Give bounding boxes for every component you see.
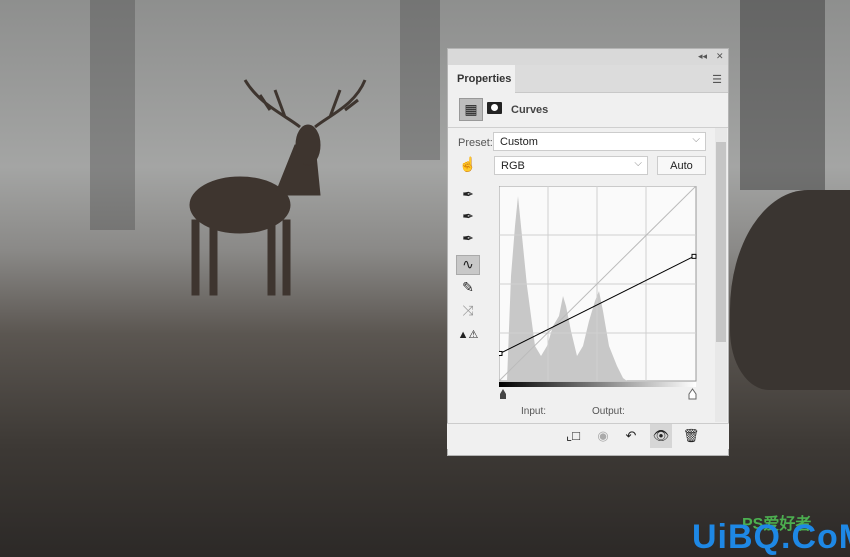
channel-value: RGB bbox=[501, 160, 525, 172]
panel-menu-icon[interactable]: ☰ bbox=[712, 73, 722, 86]
reset-icon[interactable]: ↶ bbox=[620, 428, 642, 446]
scrollbar-thumb[interactable] bbox=[716, 142, 726, 342]
preset-label: Preset: bbox=[458, 137, 493, 149]
watermark: UiBQ.CoM bbox=[692, 518, 850, 556]
panel-footer: ⌞□ ◉ ↶ 👁 🗑 bbox=[447, 423, 729, 449]
preset-value: Custom bbox=[500, 136, 538, 148]
adjustment-title: Curves bbox=[511, 104, 549, 116]
point-curve-icon[interactable]: ∿ bbox=[456, 255, 480, 275]
chevron-down-icon: ⌵ bbox=[634, 158, 642, 169]
mask-icon[interactable] bbox=[487, 102, 502, 114]
curve-point[interactable] bbox=[691, 253, 697, 259]
view-previous-icon[interactable]: ◉ bbox=[592, 428, 614, 446]
visibility-eye-icon[interactable]: 👁 bbox=[650, 424, 672, 448]
panel-topbar: ◂◂ ✕ bbox=[448, 49, 728, 65]
white-eyedropper-icon[interactable]: ✒ bbox=[456, 230, 480, 250]
collapse-icon[interactable]: ◂◂ bbox=[698, 51, 707, 62]
channel-dropdown[interactable]: RGB ⌵ bbox=[494, 156, 648, 175]
auto-button[interactable]: Auto bbox=[657, 156, 706, 175]
trash-icon[interactable]: 🗑 bbox=[680, 428, 702, 446]
rock bbox=[730, 190, 850, 390]
preset-dropdown[interactable]: Custom ⌵ bbox=[493, 132, 706, 151]
curve-point[interactable] bbox=[499, 350, 503, 356]
deer bbox=[189, 79, 367, 296]
black-eyedropper-icon[interactable]: ✒ bbox=[456, 186, 480, 206]
input-label: Input: bbox=[521, 406, 547, 417]
target-adjust-icon[interactable]: ☝ bbox=[456, 156, 480, 176]
white-point-slider[interactable] bbox=[688, 388, 697, 400]
close-icon[interactable]: ✕ bbox=[716, 51, 724, 62]
gradient-bar bbox=[499, 382, 696, 387]
tree-trunk bbox=[90, 0, 135, 230]
output-label: Output: bbox=[592, 406, 625, 417]
tree-trunk bbox=[740, 0, 825, 190]
auto-label: Auto bbox=[670, 160, 693, 172]
pencil-icon[interactable]: ✎ bbox=[456, 279, 480, 299]
clipping-warning-icon[interactable]: ▲⚠ bbox=[456, 328, 480, 348]
smooth-icon[interactable]: ⤨ bbox=[456, 302, 480, 322]
chevron-down-icon: ⌵ bbox=[692, 134, 700, 145]
curves-graph[interactable] bbox=[499, 186, 699, 400]
gray-eyedropper-icon[interactable]: ✒ bbox=[456, 208, 480, 228]
tree-trunk bbox=[400, 0, 440, 160]
tab-properties[interactable]: Properties bbox=[448, 65, 515, 94]
scrollbar[interactable] bbox=[715, 128, 727, 422]
curves-icon[interactable]: ▦ bbox=[459, 98, 483, 121]
black-point-slider[interactable] bbox=[500, 389, 506, 399]
clip-to-layer-icon[interactable]: ⌞□ bbox=[562, 428, 584, 446]
